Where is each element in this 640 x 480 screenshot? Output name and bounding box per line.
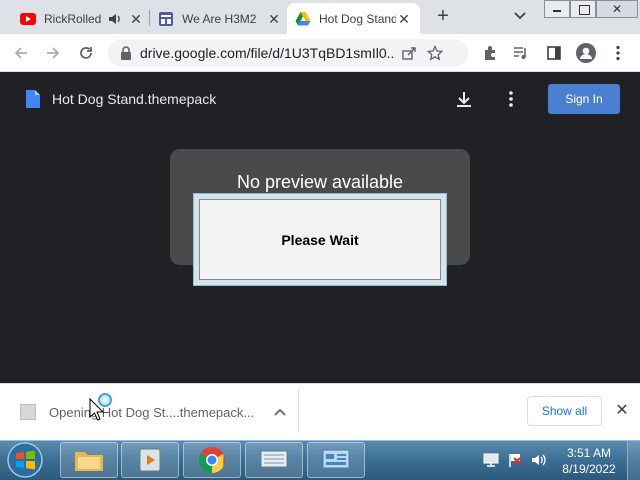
profile-button[interactable] xyxy=(575,42,597,64)
taskbar-media-player[interactable] xyxy=(121,442,179,478)
reload-button[interactable] xyxy=(75,42,97,64)
close-tab-icon[interactable]: ✕ xyxy=(396,11,412,27)
folder-icon xyxy=(75,452,103,471)
file-name: Hot Dog Stand.themepack xyxy=(52,91,217,107)
restore-icon xyxy=(579,5,590,15)
no-preview-text: No preview available xyxy=(236,172,404,192)
share-icon[interactable] xyxy=(401,45,417,61)
back-arrow-icon xyxy=(14,47,27,59)
new-tab-button[interactable]: + xyxy=(432,6,454,28)
url-text: drive.google.com/file/d/1U3TqBD1smIl0... xyxy=(140,45,395,61)
kebab-menu-icon xyxy=(616,45,620,61)
youtube-icon xyxy=(20,12,36,25)
bookmark-star-icon[interactable] xyxy=(427,45,443,61)
volume-icon xyxy=(532,454,546,466)
shelf-separator xyxy=(298,390,299,432)
side-panel-icon xyxy=(547,46,561,60)
side-panel-button[interactable] xyxy=(543,42,565,64)
forward-button[interactable] xyxy=(42,42,64,64)
clock[interactable]: 3:51 AM 8/19/2022 xyxy=(556,445,622,477)
site-icon xyxy=(159,11,173,26)
reload-icon xyxy=(80,47,92,59)
restore-button[interactable] xyxy=(570,0,596,18)
tab-h3m2[interactable]: We Are H3M2 ✕ xyxy=(150,3,290,34)
back-button[interactable] xyxy=(10,42,32,64)
please-wait-message: Please Wait xyxy=(199,199,441,280)
minimize-icon xyxy=(553,10,561,12)
lock-icon[interactable] xyxy=(120,46,132,60)
forward-arrow-icon xyxy=(47,47,60,59)
tab-hot-dog-stand[interactable]: Hot Dog Stand ✕ xyxy=(287,3,420,34)
minimize-button[interactable] xyxy=(544,0,570,18)
close-window-button[interactable]: ✕ xyxy=(596,0,638,18)
tab-rickrolled[interactable]: RickRolled ✕ xyxy=(12,3,152,34)
keyboard-icon xyxy=(260,450,288,468)
download-item[interactable]: Opening Hot Dog St....themepack... xyxy=(14,393,298,431)
download-file-icon xyxy=(20,404,36,420)
show-desktop-button[interactable] xyxy=(627,441,640,480)
tab-title: We Are H3M2 xyxy=(182,11,257,26)
puzzle-icon xyxy=(485,46,495,60)
tray-action-center[interactable] xyxy=(504,449,526,471)
download-icon[interactable] xyxy=(455,90,473,108)
chevron-up-icon[interactable] xyxy=(274,408,286,416)
control-panel-icon xyxy=(322,449,350,469)
clock-time: 3:51 AM xyxy=(566,446,612,460)
sign-in-button[interactable]: Sign In xyxy=(548,84,620,114)
media-control-button[interactable] xyxy=(510,42,532,64)
busy-cursor-icon xyxy=(89,393,112,421)
close-tab-icon[interactable]: ✕ xyxy=(266,11,282,27)
taskbar-keyboard-app[interactable] xyxy=(245,442,303,478)
download-item-text: Opening Hot Dog St....themepack... xyxy=(49,404,255,420)
media-player-icon xyxy=(139,448,161,472)
address-bar[interactable]: drive.google.com/file/d/1U3TqBD1smIl0... xyxy=(108,39,468,67)
taskbar-chrome[interactable] xyxy=(183,442,241,478)
close-icon: ✕ xyxy=(611,2,623,16)
tray-network[interactable] xyxy=(480,449,502,471)
taskbar-explorer[interactable] xyxy=(60,442,118,478)
browser-menu-button[interactable] xyxy=(607,42,629,64)
taskbar-control-panel[interactable] xyxy=(307,442,365,478)
close-tab-icon[interactable]: ✕ xyxy=(128,11,144,27)
start-button[interactable] xyxy=(4,441,46,479)
google-drive-icon xyxy=(295,11,311,25)
extensions-button[interactable] xyxy=(479,42,501,64)
show-all-button[interactable]: Show all xyxy=(527,396,602,426)
avatar-icon xyxy=(576,43,596,63)
speaker-icon[interactable] xyxy=(108,12,122,26)
network-icon xyxy=(483,453,499,467)
more-options-icon[interactable] xyxy=(508,90,514,108)
clock-date: 8/19/2022 xyxy=(562,462,616,476)
tab-title: Hot Dog Stand xyxy=(319,11,396,26)
flag-alert-icon xyxy=(509,454,521,467)
close-shelf-icon[interactable]: ✕ xyxy=(612,401,632,421)
file-icon xyxy=(26,90,40,108)
chrome-icon xyxy=(198,447,225,474)
tab-search-chevron-icon[interactable] xyxy=(513,10,527,22)
tray-volume[interactable] xyxy=(528,449,550,471)
tab-title: RickRolled xyxy=(44,11,102,26)
media-queue-icon xyxy=(514,47,526,59)
